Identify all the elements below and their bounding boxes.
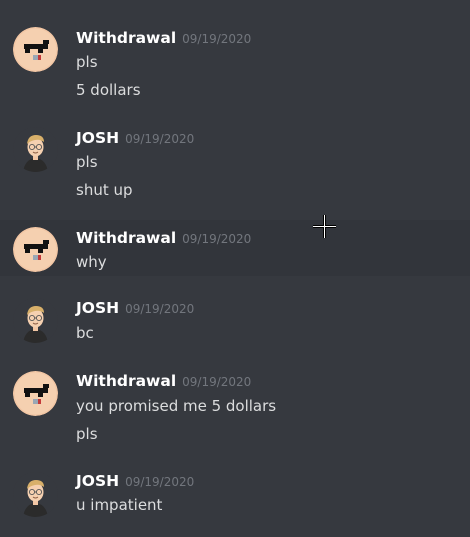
josh-avatar-icon[interactable] (13, 127, 58, 172)
message-text: bc (76, 324, 94, 342)
message-text: pls (76, 53, 98, 71)
message-author[interactable]: Withdrawal (76, 29, 176, 47)
withdrawal-avatar-icon[interactable] (13, 227, 58, 272)
message-text: u impatient (76, 496, 163, 514)
message-author[interactable]: Withdrawal (76, 372, 176, 390)
message-group-hovered: Withdrawal 09/19/2020 why (0, 220, 470, 276)
chat-messages: Withdrawal 09/19/2020 pls 5 dollars JOSH 0… (0, 0, 470, 537)
message-group: Withdrawal 09/19/2020 you promised me 5 d… (0, 366, 470, 466)
message-timestamp: 09/19/2020 (182, 232, 252, 246)
message-author[interactable]: JOSH (76, 472, 119, 490)
message-timestamp: 09/19/2020 (182, 375, 252, 389)
message-timestamp: 09/19/2020 (125, 475, 195, 489)
message-author[interactable]: JOSH (76, 299, 119, 317)
josh-avatar-icon[interactable] (13, 472, 58, 517)
message-text: pls (76, 425, 98, 443)
message-group: JOSH 09/19/2020 pls shut up (0, 110, 470, 220)
withdrawal-avatar-icon[interactable] (13, 27, 58, 72)
crosshair-cursor-icon (312, 214, 337, 239)
message-author[interactable]: JOSH (76, 129, 119, 147)
message-text: you promised me 5 dollars (76, 397, 277, 415)
message-timestamp: 09/19/2020 (182, 32, 252, 46)
withdrawal-avatar-icon[interactable] (13, 371, 58, 416)
message-text: pls (76, 153, 98, 171)
message-text: why (76, 253, 107, 271)
message-group: JOSH 09/19/2020 bc (0, 276, 470, 366)
message-group: JOSH 09/19/2020 u impatient (0, 466, 470, 537)
message-text: 5 dollars (76, 81, 141, 99)
message-text: shut up (76, 181, 133, 199)
message-author[interactable]: Withdrawal (76, 229, 176, 247)
message-timestamp: 09/19/2020 (125, 302, 195, 316)
message-timestamp: 09/19/2020 (125, 132, 195, 146)
message-group: Withdrawal 09/19/2020 pls 5 dollars (0, 0, 470, 110)
josh-avatar-icon[interactable] (13, 298, 58, 343)
